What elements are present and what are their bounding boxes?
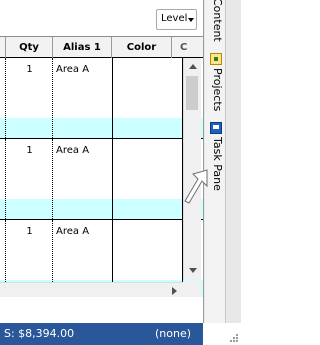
toolbar: Level — [0, 0, 203, 36]
qty-cell[interactable]: 1 — [6, 145, 53, 156]
status-filter[interactable]: (none) — [155, 327, 191, 340]
header-qty[interactable]: Qty — [6, 37, 53, 58]
status-total: S: $8,394.00 — [4, 327, 75, 340]
scroll-thumb[interactable] — [186, 76, 198, 110]
alias-cell[interactable]: Area A — [56, 145, 89, 156]
mouse-cursor-icon — [184, 169, 208, 204]
level-dropdown-label: Level — [161, 13, 188, 24]
data-grid: 1 Area A 1 Area A 1 Area A Qty Alias 1 C… — [0, 36, 203, 297]
scrollbar-corner — [183, 282, 201, 297]
side-panel-tabs: Content Projects Task Pane — [203, 0, 241, 323]
main-area: Level 1 Area A 1 Area A 1 Area A Qty Ali… — [0, 0, 203, 323]
color-column[interactable] — [112, 58, 183, 297]
alias-cell[interactable]: Area A — [56, 64, 89, 75]
status-bar: S: $8,394.00 (none) — [0, 323, 241, 345]
grid-header: Qty Alias 1 Color C — [0, 36, 203, 58]
qty-cell[interactable]: 1 — [6, 64, 53, 75]
chevron-down-icon — [188, 18, 194, 22]
projects-icon — [210, 53, 222, 65]
tab-content[interactable]: Content — [208, 0, 224, 42]
level-dropdown[interactable]: Level — [156, 9, 197, 30]
scroll-down-icon[interactable] — [189, 268, 197, 273]
tab-projects[interactable]: Projects — [208, 68, 224, 111]
qty-cell[interactable]: 1 — [6, 226, 53, 237]
tab-task-pane[interactable]: Task Pane — [208, 137, 224, 191]
scroll-right-icon[interactable] — [172, 287, 177, 295]
app-window: Level 1 Area A 1 Area A 1 Area A Qty Ali… — [0, 0, 241, 345]
task-pane-icon — [210, 122, 222, 134]
resize-grip-icon[interactable] — [229, 333, 239, 343]
header-alias-1[interactable]: Alias 1 — [53, 37, 112, 58]
alias-cell[interactable]: Area A — [56, 226, 89, 237]
header-next-column[interactable]: C — [172, 37, 203, 58]
side-tab-strip: Content Projects Task Pane — [205, 0, 226, 323]
horizontal-scrollbar[interactable] — [0, 282, 183, 297]
scroll-up-icon[interactable] — [189, 64, 197, 69]
header-color[interactable]: Color — [112, 37, 172, 58]
